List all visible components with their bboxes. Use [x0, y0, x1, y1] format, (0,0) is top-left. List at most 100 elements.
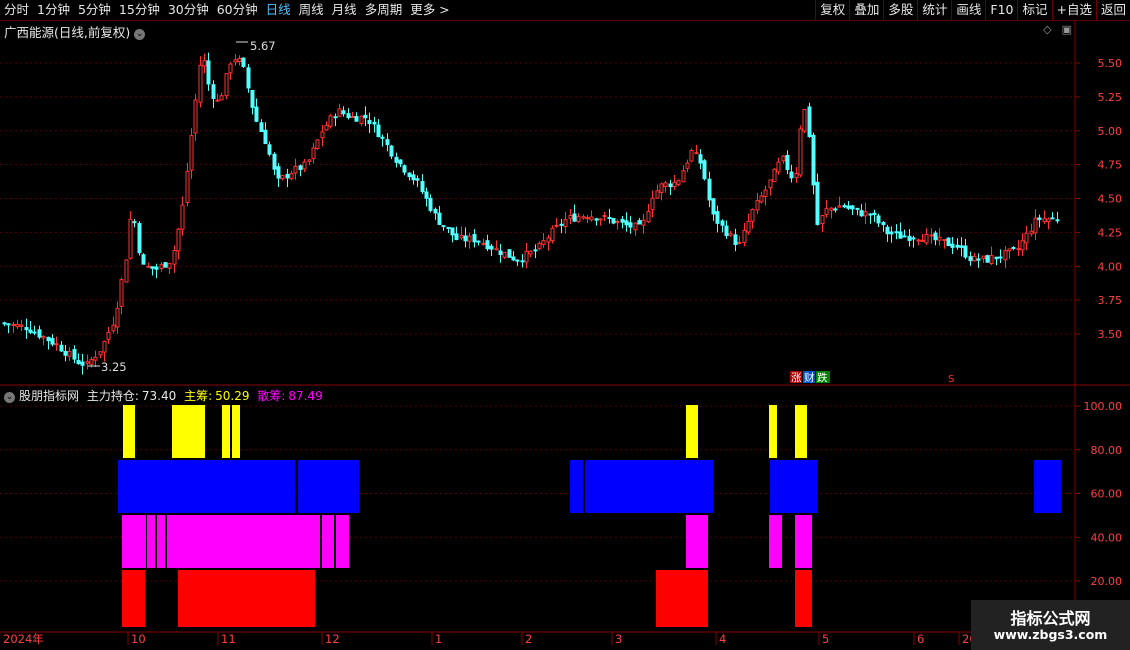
candle — [59, 344, 64, 352]
candle — [611, 218, 616, 224]
candle — [394, 156, 399, 163]
candle — [54, 343, 59, 346]
candle — [842, 205, 847, 208]
candle — [998, 256, 1003, 259]
magenta-bar — [336, 515, 349, 568]
yellow-bar — [232, 405, 240, 458]
candle — [511, 256, 516, 261]
candle — [698, 154, 703, 164]
magenta-bar — [322, 515, 334, 568]
candle — [972, 255, 977, 262]
candle — [415, 178, 420, 181]
candle — [728, 233, 733, 236]
cai-marker: 财 — [804, 371, 815, 384]
candle — [37, 329, 42, 338]
candle — [206, 60, 211, 85]
candle — [689, 150, 694, 162]
candle — [1020, 240, 1025, 251]
candle — [894, 231, 899, 234]
candle — [15, 323, 20, 328]
candle — [559, 223, 564, 226]
watermark-logo: 指标公式网 www.zbgs3.com — [971, 600, 1130, 650]
candle — [742, 229, 747, 243]
candle — [76, 360, 81, 365]
candle — [219, 95, 224, 101]
zhuchou-value: 50.29 — [215, 389, 250, 403]
blue-bar — [770, 460, 817, 513]
blue-bar — [298, 460, 359, 513]
time-tick: 12 — [325, 632, 340, 646]
candle — [641, 219, 646, 226]
candle — [411, 174, 416, 181]
candle — [881, 221, 886, 226]
candle — [720, 220, 725, 226]
time-tick: 4 — [719, 632, 726, 646]
candle — [398, 159, 403, 165]
candle — [520, 260, 525, 263]
candle — [241, 57, 246, 67]
sanchou-label: 散筹: — [257, 389, 286, 403]
candle — [372, 121, 377, 125]
candle — [267, 144, 272, 155]
zhuchou-label: 主筹: — [184, 389, 213, 403]
sanchou-value: 87.49 — [288, 389, 323, 403]
candle — [476, 240, 481, 243]
candle — [233, 59, 238, 63]
candle — [585, 217, 590, 220]
candle — [402, 165, 407, 173]
candle — [276, 166, 281, 179]
candle — [985, 255, 990, 263]
candle — [976, 258, 981, 261]
candle — [981, 255, 986, 260]
candle — [815, 181, 820, 225]
candle — [528, 250, 533, 255]
candle — [6, 323, 11, 326]
candle — [350, 115, 355, 118]
red-bar — [122, 570, 145, 627]
candle — [172, 249, 177, 265]
candle — [515, 259, 520, 262]
time-tick: 1 — [435, 632, 442, 646]
candle — [380, 136, 385, 139]
candle — [942, 239, 947, 242]
candle — [650, 197, 655, 211]
time-tick: 2024年 — [3, 632, 44, 646]
candle — [859, 210, 864, 217]
candle — [341, 110, 346, 115]
candle — [485, 240, 490, 250]
indicator-bars — [118, 405, 1061, 627]
magenta-bar — [157, 515, 165, 568]
yellow-bar — [222, 405, 230, 458]
candle — [298, 165, 303, 171]
candle — [132, 221, 137, 224]
candle — [407, 172, 412, 178]
time-tick: 6 — [917, 632, 924, 646]
candle — [955, 244, 960, 248]
candle — [80, 361, 85, 366]
chevron-down-icon[interactable]: ⌄ — [4, 392, 15, 403]
blue-bar — [585, 460, 713, 513]
candle — [50, 338, 55, 345]
time-axis: 2024年 10 11 12 1 2 3 4 5 6 20 — [3, 632, 977, 646]
candle — [67, 350, 72, 357]
candle — [789, 171, 794, 179]
candle — [246, 67, 251, 89]
candle — [663, 182, 668, 188]
red-bar — [795, 570, 812, 627]
indicator-name: 股朋指标网 — [19, 389, 80, 403]
candle — [307, 159, 312, 163]
candle — [672, 181, 677, 188]
candle — [1046, 218, 1051, 222]
indicator-tick: 60.00 — [1091, 488, 1123, 501]
magenta-bar — [795, 515, 812, 568]
magenta-bar — [167, 515, 320, 568]
candle — [750, 208, 755, 222]
candle — [911, 237, 916, 240]
candle — [711, 198, 716, 215]
candle — [93, 356, 98, 361]
candle — [572, 213, 577, 222]
candle — [615, 220, 620, 223]
price-tick: 5.00 — [1098, 125, 1123, 138]
red-bar — [656, 570, 708, 627]
candle — [676, 180, 681, 185]
